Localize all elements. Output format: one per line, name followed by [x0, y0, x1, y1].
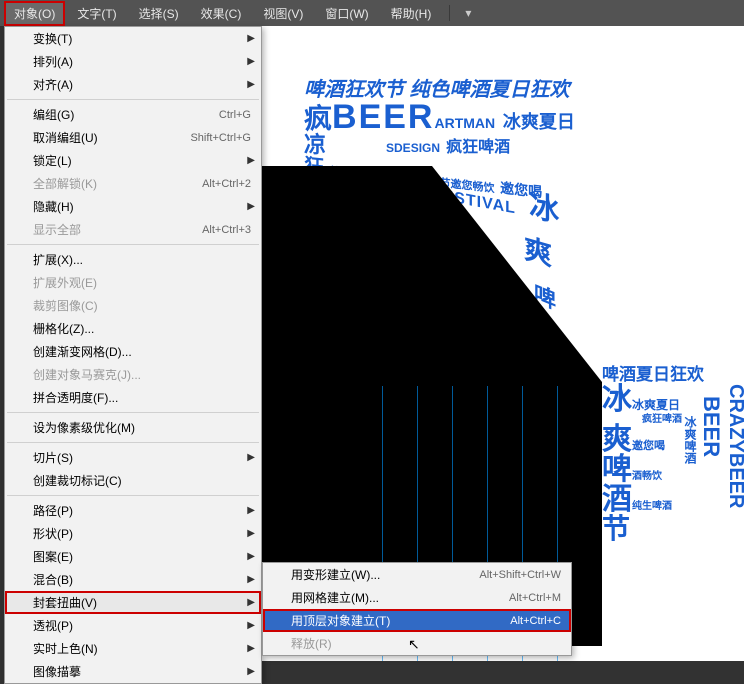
- envelope-submenu: 用变形建立(W)...Alt+Shift+Ctrl+W 用网格建立(M)...A…: [262, 562, 572, 656]
- mi-ungroup[interactable]: 取消编组(U)Shift+Ctrl+G: [5, 126, 261, 149]
- mi-expand-appearance: 扩展外观(E): [5, 271, 261, 294]
- mi-pattern[interactable]: 图案(E)▶: [5, 545, 261, 568]
- mi-flatten[interactable]: 拼合透明度(F)...: [5, 386, 261, 409]
- mi-hide[interactable]: 隐藏(H)▶: [5, 195, 261, 218]
- mi-object-mosaic: 创建对象马赛克(J)...: [5, 363, 261, 386]
- mi-lock[interactable]: 锁定(L)▶: [5, 149, 261, 172]
- mi-blend[interactable]: 混合(B)▶: [5, 568, 261, 591]
- chevron-right-icon: ▶: [247, 505, 255, 516]
- menu-object[interactable]: 对象(O): [4, 1, 65, 26]
- menubar: 对象(O) 文字(T) 选择(S) 效果(C) 视图(V) 窗口(W) 帮助(H…: [0, 0, 744, 26]
- mi-expand[interactable]: 扩展(X)...: [5, 248, 261, 271]
- chevron-right-icon: ▶: [247, 620, 255, 631]
- mi-transform[interactable]: 变换(T)▶: [5, 27, 261, 50]
- mi-trim-marks[interactable]: 创建裁切标记(C): [5, 469, 261, 492]
- menu-help[interactable]: 帮助(H): [381, 1, 442, 26]
- mi-envelope-distort[interactable]: 封套扭曲(V)▶: [5, 591, 261, 614]
- chevron-right-icon: ▶: [247, 574, 255, 585]
- mi-shape[interactable]: 形状(P)▶: [5, 522, 261, 545]
- mi-pixel-perfect[interactable]: 设为像素级优化(M): [5, 416, 261, 439]
- mi-image-trace[interactable]: 图像描摹▶: [5, 660, 261, 683]
- toolbar-overflow-icon[interactable]: ▾: [458, 6, 478, 20]
- smi-make-top-object[interactable]: 用顶层对象建立(T)Alt+Ctrl+C: [263, 609, 571, 632]
- artwork-bottom: 啤酒夏日狂欢 冰冰爽夏日 疯狂啤酒 爽邀您喝 啤酒畅饮 酒纯生啤酒 节 CRAZ…: [602, 366, 742, 626]
- chevron-right-icon: ▶: [247, 528, 255, 539]
- smi-make-mesh[interactable]: 用网格建立(M)...Alt+Ctrl+M: [263, 586, 571, 609]
- chevron-right-icon: ▶: [247, 643, 255, 654]
- chevron-right-icon: ▶: [247, 201, 255, 212]
- chevron-right-icon: ▶: [247, 79, 255, 90]
- object-menu: 变换(T)▶ 排列(A)▶ 对齐(A)▶ 编组(G)Ctrl+G 取消编组(U)…: [4, 26, 262, 684]
- smi-make-warp[interactable]: 用变形建立(W)...Alt+Shift+Ctrl+W: [263, 563, 571, 586]
- mi-gradient-mesh[interactable]: 创建渐变网格(D)...: [5, 340, 261, 363]
- smi-release: 释放(R): [263, 632, 571, 655]
- chevron-right-icon: ▶: [247, 56, 255, 67]
- mi-rasterize[interactable]: 栅格化(Z)...: [5, 317, 261, 340]
- mi-live-paint[interactable]: 实时上色(N)▶: [5, 637, 261, 660]
- mi-perspective[interactable]: 透视(P)▶: [5, 614, 261, 637]
- chevron-right-icon: ▶: [247, 597, 255, 608]
- menu-view[interactable]: 视图(V): [253, 1, 313, 26]
- mi-show-all: 显示全部Alt+Ctrl+3: [5, 218, 261, 241]
- mi-slice[interactable]: 切片(S)▶: [5, 446, 261, 469]
- chevron-right-icon: ▶: [247, 155, 255, 166]
- mi-path[interactable]: 路径(P)▶: [5, 499, 261, 522]
- mi-arrange[interactable]: 排列(A)▶: [5, 50, 261, 73]
- menu-type[interactable]: 文字(T): [67, 1, 126, 26]
- mi-group[interactable]: 编组(G)Ctrl+G: [5, 103, 261, 126]
- menu-select[interactable]: 选择(S): [129, 1, 189, 26]
- mi-unlock-all: 全部解锁(K)Alt+Ctrl+2: [5, 172, 261, 195]
- mi-align[interactable]: 对齐(A)▶: [5, 73, 261, 96]
- chevron-right-icon: ▶: [247, 452, 255, 463]
- mi-crop-image: 裁剪图像(C): [5, 294, 261, 317]
- chevron-right-icon: ▶: [247, 551, 255, 562]
- menu-window[interactable]: 窗口(W): [315, 1, 378, 26]
- menu-effect[interactable]: 效果(C): [191, 1, 252, 26]
- chevron-right-icon: ▶: [247, 666, 255, 677]
- chevron-right-icon: ▶: [247, 33, 255, 44]
